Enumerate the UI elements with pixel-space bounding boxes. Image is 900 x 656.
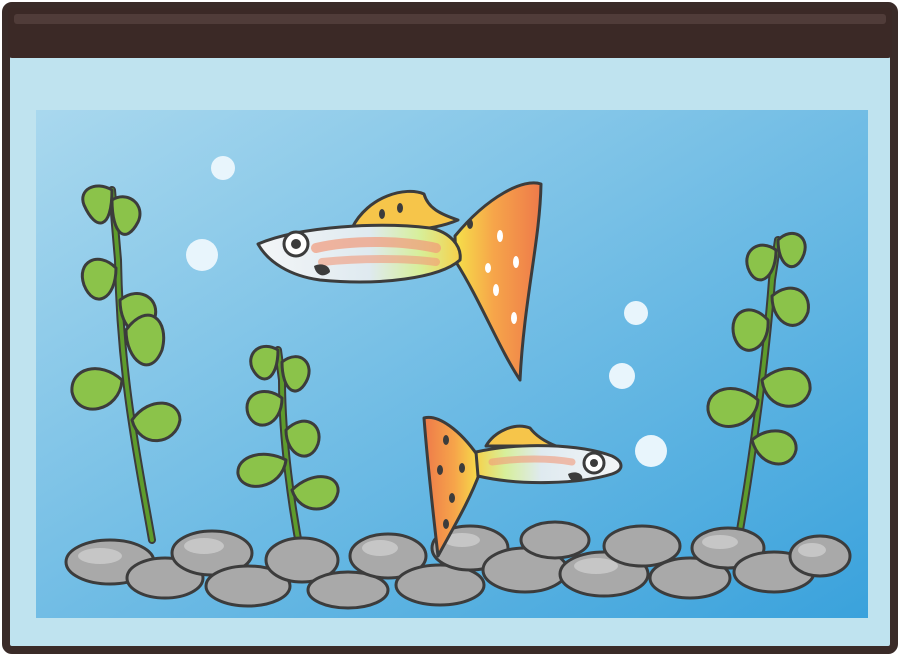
leaf [731, 308, 770, 352]
stone [519, 520, 591, 560]
bubble [211, 156, 235, 180]
stone [788, 534, 852, 578]
bubble [635, 435, 667, 467]
aquarium-illustration [2, 2, 898, 654]
tank-lid-highlight [14, 14, 886, 24]
leaf [776, 232, 807, 268]
leaf [249, 344, 280, 381]
bubble [609, 363, 635, 389]
leaf [80, 257, 118, 301]
bubble [624, 301, 648, 325]
leaf [280, 355, 311, 393]
bubble [186, 239, 218, 271]
